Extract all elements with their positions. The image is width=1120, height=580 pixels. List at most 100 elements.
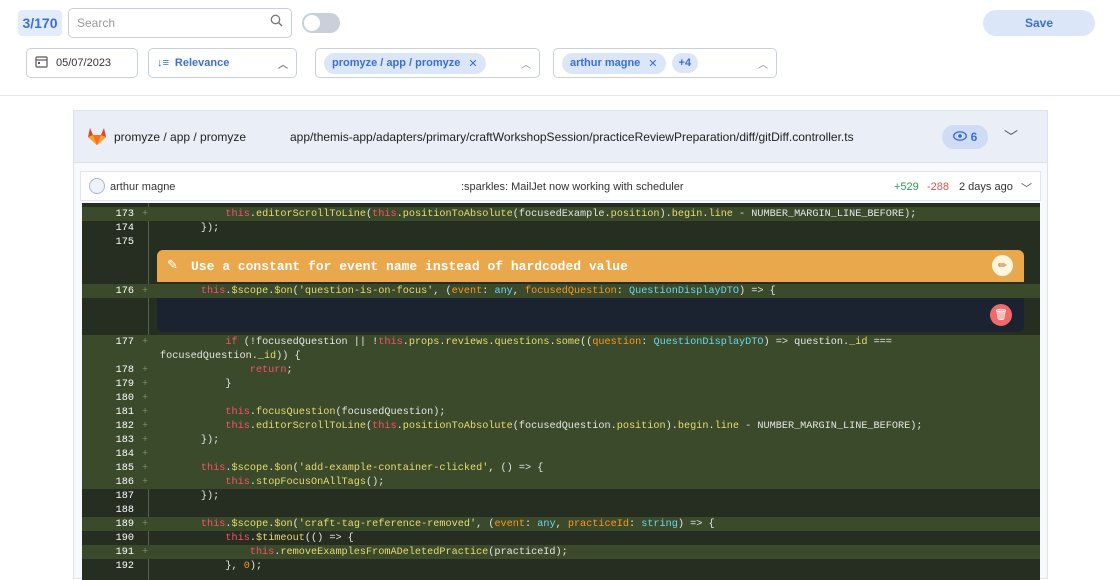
code-line: 176 + this.$scope.$on('question-is-on-foc… [82,284,1040,298]
code-line: 182 + this.editorScrollToLine(this.positi… [82,419,1040,433]
add-marker: + [141,285,149,297]
chevron-up-icon[interactable]: ︿ [521,56,531,71]
eye-icon [952,130,967,144]
add-marker: + [141,336,149,348]
repo-filter[interactable]: promyze / app / promyze ✕ ︿ [315,48,540,78]
code-line: 175 [82,235,1040,249]
line-number: 173 [115,208,134,220]
code-line: 181 + this.focusQuestion(focusedQuestion)… [82,405,1040,419]
line-number: 182 [115,420,134,432]
add-marker: + [141,364,149,376]
commit-time: 2 days ago [959,181,1013,193]
line-number: 174 [115,222,134,234]
line-number: 192 [115,560,134,572]
line-number: 184 [115,448,134,460]
code-line: 186 + this.stopFocusOnAllTags(); [82,475,1040,489]
toggle-knob [304,15,320,31]
line-number: 183 [115,434,134,446]
line-number: 176 [115,285,134,297]
magic-wand-icon: ✎ [167,258,178,273]
chevron-down-icon[interactable]: ﹀ [1004,127,1018,147]
add-marker: + [141,208,149,220]
calendar-icon [35,55,48,71]
code-line: 188 [82,503,1040,517]
line-number: 177 [115,336,134,348]
save-button[interactable]: Save [983,10,1095,36]
commit-bar[interactable]: arthur magne :sparkles: MailJet now work… [80,171,1041,201]
line-number: 175 [115,236,134,248]
code-line: 177 + if (!focusedQuestion || !this.props… [82,335,1040,349]
code-line: 174 }); [82,221,1040,235]
line-number: 189 [115,518,134,530]
file-header[interactable]: promyze / app / promyze app/themis-app/a… [74,111,1047,163]
search-input[interactable] [77,16,257,30]
code-line: 190 this.$timeout(() => { [82,531,1040,545]
edit-icon[interactable]: ✏ [992,255,1013,276]
line-number: 188 [115,504,134,516]
comment-title: Use a constant for event name instead of… [191,259,628,274]
commit-author: arthur magne [110,181,176,193]
date-value: 05/07/2023 [56,57,112,69]
line-number: 179 [115,378,134,390]
chevron-up-icon[interactable]: ︿ [278,56,288,71]
chevron-up-icon[interactable]: ︿ [758,56,768,71]
line-number: 185 [115,462,134,474]
chevron-down-icon[interactable]: ﹀ [1021,180,1032,196]
close-icon[interactable]: ✕ [648,57,657,70]
code-line: 180 + [82,391,1040,405]
lines-added: +529 [894,181,919,193]
more-users-chip[interactable]: +4 [671,53,699,73]
line-number: 181 [115,406,134,418]
top-toolbar: 3/170 Save 05/07/2023 ↓≡ Relevance ︿ pro… [0,0,1120,96]
file-card: promyze / app / promyze app/themis-app/a… [73,110,1048,580]
close-icon[interactable]: ✕ [468,57,477,70]
search-box[interactable] [68,8,292,38]
line-number: 178 [115,364,134,376]
add-marker: + [141,406,149,418]
code-diff: 173 + this.editorScrollToLine(this.positi… [82,203,1040,580]
line-number: 190 [115,532,134,544]
user-chip-label: arthur magne [570,57,641,69]
code-line: 184 + [82,447,1040,461]
add-marker: + [141,434,149,446]
add-marker: + [141,546,149,558]
sort-icon: ↓≡ [157,57,169,69]
repo-name: promyze / app / promyze [114,130,247,144]
result-counter: 3/170 [18,10,62,36]
code-line: 183 + }); [82,433,1040,447]
add-marker: + [141,462,149,474]
user-chip[interactable]: arthur magne ✕ [562,52,666,74]
code-line: 192 }, 0); [82,559,1040,573]
commit-message: :sparkles: MailJet now working with sche… [461,181,684,193]
add-marker: + [141,518,149,530]
code-line: 189 + this.$scope.$on('craft-tag-referenc… [82,517,1040,531]
date-filter[interactable]: 05/07/2023 [26,48,138,78]
file-path[interactable]: app/themis-app/adapters/primary/craftWor… [290,130,854,144]
code-line: 191 + this.removeExamplesFromADeletedPrac… [82,545,1040,559]
code-line: 187 }); [82,489,1040,503]
add-marker: + [141,378,149,390]
sort-select[interactable]: ↓≡ Relevance ︿ [148,48,297,78]
views-count: 6 [970,130,978,144]
trash-icon[interactable]: 🗑 [990,304,1012,326]
code-line: 178 + return; [82,363,1040,377]
line-number: 191 [115,546,134,558]
line-number: 187 [115,490,134,502]
repo-chip[interactable]: promyze / app / promyze ✕ [324,52,486,74]
code-line: 173 + this.editorScrollToLine(this.positi… [82,207,1040,221]
comment-body [157,298,1024,332]
add-marker: + [141,392,149,404]
review-comment[interactable]: ✎ Use a constant for event name instead … [157,250,1024,282]
code-line: 185 + this.$scope.$on('add-example-contai… [82,461,1040,475]
toggle-switch[interactable] [302,13,340,33]
user-filter[interactable]: arthur magne ✕ +4 ︿ [553,48,777,78]
line-number: 186 [115,476,134,488]
sort-value: Relevance [174,57,230,69]
line-number: 180 [115,392,134,404]
code-line-wrap: focusedQuestion._id)) { [82,349,1040,363]
code-line: 179 + } [82,377,1040,391]
views-badge[interactable]: 6 [942,125,988,149]
search-icon[interactable] [270,14,283,32]
repo-chip-label: promyze / app / promyze [332,57,461,69]
lines-removed: -288 [927,181,950,193]
